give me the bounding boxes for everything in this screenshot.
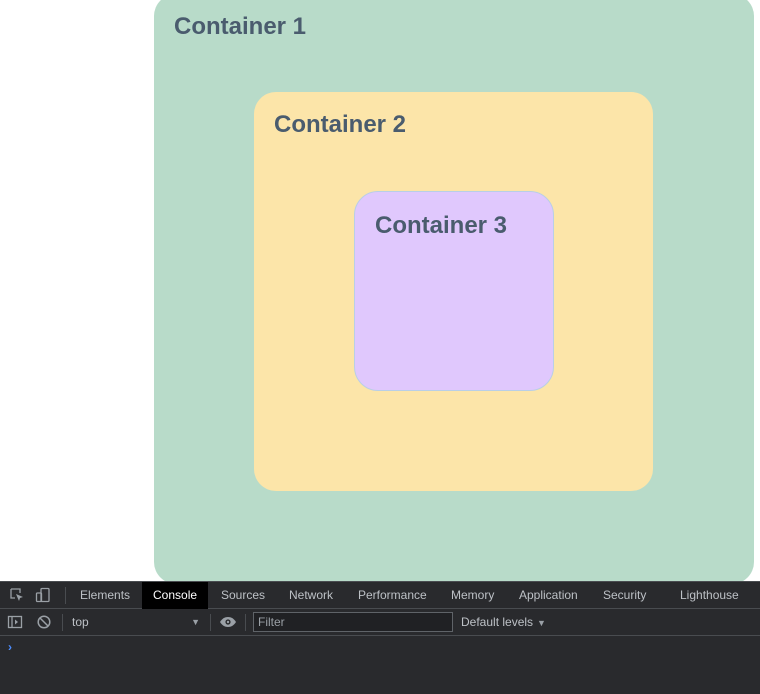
tab-elements[interactable]: Elements [72,582,138,609]
tab-network[interactable]: Network [281,582,341,609]
console-prompt: › [8,640,12,654]
devtools-panel: Elements Console Sources Network Perform… [0,581,760,694]
eye-icon[interactable] [219,614,236,630]
tab-memory[interactable]: Memory [443,582,502,609]
filter-input[interactable] [253,612,453,632]
container-3-title: Container 3 [375,212,508,239]
tab-application[interactable]: Application [511,582,586,609]
chevron-down-icon: ▼ [191,617,200,627]
tab-security[interactable]: Security [595,582,654,609]
tab-separator [65,587,66,604]
page-viewport: Container 1 Container 2 Container 3 [0,0,760,581]
tab-sources[interactable]: Sources [213,582,273,609]
container-1-title: Container 1 [174,13,307,40]
devtools-tab-bar: Elements Console Sources Network Perform… [0,582,760,609]
context-selector[interactable]: top ▼ [64,609,208,636]
tab-performance[interactable]: Performance [350,582,435,609]
toolbar-separator [245,614,246,631]
log-levels-dropdown[interactable]: Default levels ▼ [461,609,546,636]
device-toolbar-icon[interactable] [35,587,51,603]
chevron-down-icon: ▼ [537,618,546,628]
container-1: Container 1 Container 2 Container 3 [154,0,754,581]
console-output[interactable]: › [0,637,760,694]
context-value: top [72,615,89,629]
toolbar-separator [62,614,63,631]
clear-console-icon[interactable] [36,614,52,630]
tab-lighthouse[interactable]: Lighthouse [672,582,747,609]
container-3: Container 3 [354,191,554,391]
toolbar-separator [210,614,211,631]
console-toolbar: top ▼ Default levels▼ [0,609,760,636]
sidebar-toggle-icon[interactable] [7,614,23,630]
container-2: Container 2 Container 3 [254,92,653,491]
tab-console[interactable]: Console [142,582,209,609]
inspect-element-icon[interactable] [9,587,25,603]
log-levels-label: Default levels [461,615,534,629]
container-2-title: Container 2 [274,111,407,138]
